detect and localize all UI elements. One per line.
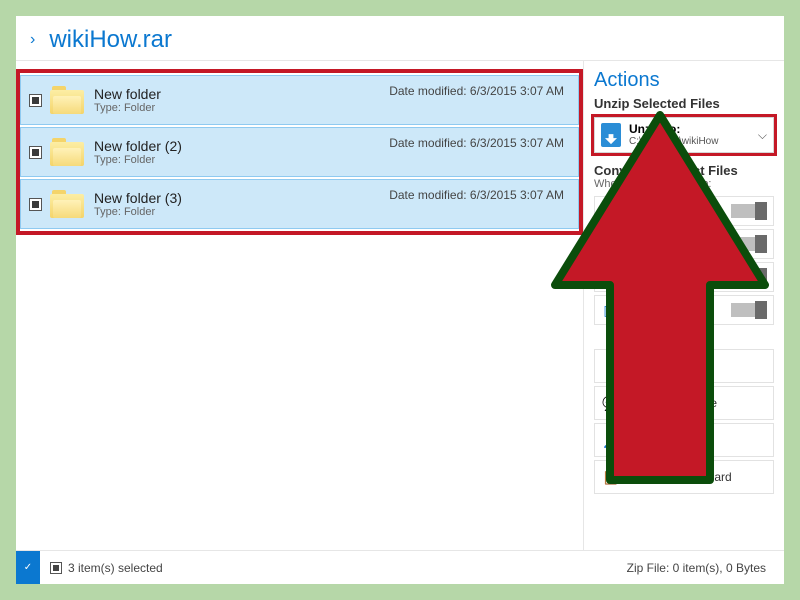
file-type: Type: Folder <box>94 206 182 218</box>
toggle-label: Encrypt <box>627 204 668 218</box>
unzip-label: Unzip to: <box>629 123 718 136</box>
file-date: Date modified: 6/3/2015 3:07 AM <box>389 188 564 202</box>
chat-icon: 💬 <box>601 395 621 412</box>
clipboard-icon: 📋 <box>601 469 621 486</box>
file-list: New folder Type: Folder Date modified: 6… <box>20 73 579 231</box>
content-body: New folder Type: Folder Date modified: 6… <box>16 61 784 550</box>
unzip-icon <box>601 123 621 147</box>
unzip-text: Unzip to: C:\Users\...\wikiHow <box>629 123 718 147</box>
app-window: › wikiHow.rar New folder Type: Folder Da… <box>16 16 784 584</box>
zip-info: Zip File: 0 item(s), 0 Bytes <box>627 561 766 575</box>
toggle-label: Reduce <box>627 237 668 251</box>
watermark-toggle-row[interactable]: ▣ Watermark <box>594 295 774 325</box>
file-row[interactable]: New folder (2) Type: Folder Date modifie… <box>20 127 579 177</box>
toggle-label: Watermark <box>627 303 685 317</box>
toggle-switch[interactable] <box>731 270 767 284</box>
folder-icon <box>50 138 84 166</box>
file-type: Type: Folder <box>94 102 161 114</box>
file-name: New folder (3) <box>94 190 182 206</box>
file-pane: New folder Type: Folder Date modified: 6… <box>16 61 584 550</box>
file-info: New folder (3) Type: Folder <box>94 190 182 218</box>
toggle-switch[interactable] <box>731 204 767 218</box>
chevron-down-icon[interactable]: ⌵ <box>758 128 767 143</box>
share-label: Email <box>629 359 659 373</box>
toggle-switch[interactable] <box>731 303 767 317</box>
unzip-path: C:\Users\...\wikiHow <box>629 136 718 147</box>
pdf-icon: 📄 <box>601 269 619 286</box>
file-row[interactable]: New folder Type: Folder Date modified: 6… <box>20 75 579 125</box>
status-bar: ✓ 3 item(s) selected Zip File: 0 item(s)… <box>16 550 784 584</box>
folder-icon <box>50 86 84 114</box>
selection-count: 3 item(s) selected <box>68 561 163 575</box>
share-clipboard-button[interactable]: 📋 Share via clipboard <box>594 460 774 494</box>
checkbox-icon[interactable] <box>29 198 42 211</box>
lock-icon: 🔒 <box>601 203 619 220</box>
convert-section-sub: When adding to this zip: <box>594 178 774 190</box>
file-name: New folder (2) <box>94 138 182 154</box>
actions-heading: Actions <box>594 69 774 92</box>
checkbox-icon[interactable] <box>29 94 42 107</box>
share-email-button[interactable]: ✉ Email <box>594 349 774 383</box>
file-date: Date modified: 6/3/2015 3:07 AM <box>389 84 564 98</box>
share-im-button[interactable]: 💬 Instant Message <box>594 386 774 420</box>
watermark-icon: ▣ <box>601 302 619 319</box>
share-label: Instant Message <box>629 396 717 410</box>
image-icon: 🖼 <box>601 236 619 253</box>
toggle-label: Convert <box>627 270 669 284</box>
actions-pane: Actions Unzip Selected Files Unzip to: C… <box>584 61 784 550</box>
file-info: New folder (2) Type: Folder <box>94 138 182 166</box>
checkbox-icon[interactable] <box>29 146 42 159</box>
file-row[interactable]: New folder (3) Type: Folder Date modifie… <box>20 179 579 229</box>
archive-title: wikiHow.rar <box>49 26 172 54</box>
unzip-to-button[interactable]: Unzip to: C:\Users\...\wikiHow ⌵ <box>594 117 774 153</box>
file-info: New folder Type: Folder <box>94 86 161 114</box>
share-social-button[interactable]: 👤 Social Media <box>594 423 774 457</box>
folder-icon <box>50 190 84 218</box>
encrypt-toggle-row[interactable]: 🔒 Encrypt <box>594 196 774 226</box>
select-all-checkbox[interactable] <box>50 562 62 574</box>
convert-toggle-row[interactable]: 📄 Convert <box>594 262 774 292</box>
file-type: Type: Folder <box>94 154 182 166</box>
share-label: Share via clipboard <box>629 470 732 484</box>
envelope-icon: ✉ <box>601 358 621 375</box>
person-icon: 👤 <box>601 432 621 449</box>
breadcrumb-header: › wikiHow.rar <box>16 16 784 61</box>
share-label: Social Media <box>629 433 698 447</box>
reduce-toggle-row[interactable]: 🖼 Reduce <box>594 229 774 259</box>
file-name: New folder <box>94 86 161 102</box>
toggle-switch[interactable] <box>731 237 767 251</box>
status-indicator-icon[interactable]: ✓ <box>16 551 40 584</box>
convert-section-heading: Convert & Protect Files <box>594 163 774 178</box>
back-chevron-icon[interactable]: › <box>30 31 35 49</box>
file-date: Date modified: 6/3/2015 3:07 AM <box>389 136 564 150</box>
unzip-section-heading: Unzip Selected Files <box>594 96 774 111</box>
